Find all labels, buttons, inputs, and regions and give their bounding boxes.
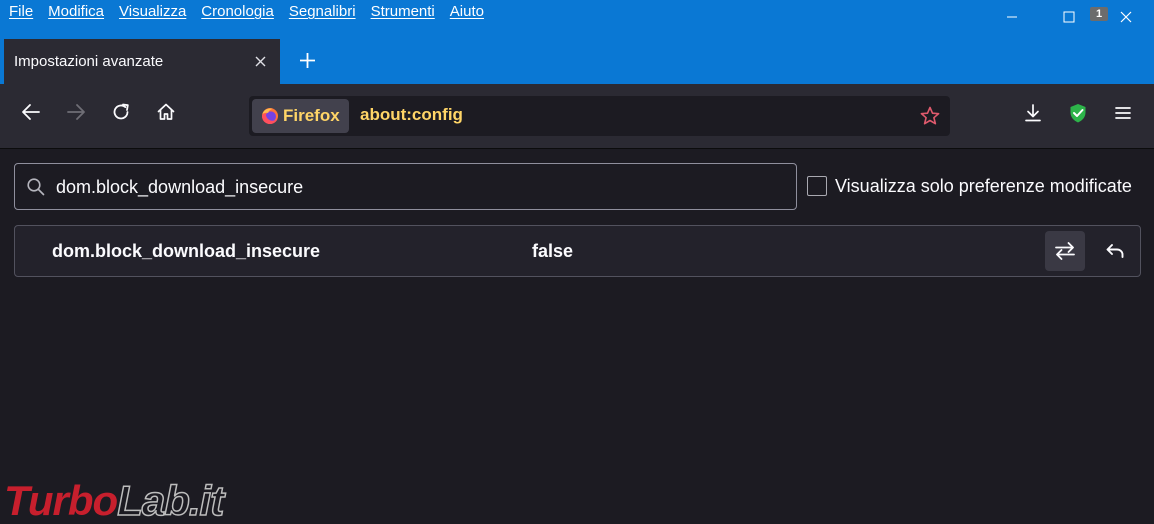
extension-count-badge: 1	[1090, 7, 1108, 21]
preference-name: dom.block_download_insecure	[52, 241, 321, 261]
maximize-icon	[1063, 11, 1074, 23]
download-icon	[1025, 104, 1041, 122]
title-bar: File Modifica Visualizza Cronologia Segn…	[0, 0, 1154, 84]
navigation-toolbar: Firefox about:config	[0, 84, 1154, 149]
menu-cronologia[interactable]: Cronologia	[193, 0, 281, 26]
minimize-icon	[1006, 16, 1017, 18]
shield-check-icon	[1070, 104, 1086, 123]
reload-button[interactable]	[105, 96, 137, 128]
new-tab-button[interactable]	[294, 47, 320, 73]
preference-value: false	[532, 241, 574, 261]
tab-impostazioni-avanzate[interactable]: Impostazioni avanzate	[4, 39, 280, 84]
plus-icon	[299, 52, 315, 68]
firefox-logo-icon	[262, 108, 278, 124]
arrow-left-icon	[22, 104, 40, 120]
menu-aiuto[interactable]: Aiuto	[442, 0, 491, 26]
search-input[interactable]	[54, 172, 788, 203]
forward-button[interactable]	[60, 96, 92, 128]
menu-file[interactable]: File	[0, 0, 40, 26]
url-bar[interactable]: Firefox about:config	[249, 96, 950, 136]
toggle-button[interactable]	[1045, 231, 1085, 271]
tab-close-button[interactable]	[252, 53, 268, 69]
home-icon	[157, 103, 175, 120]
menu-segnalibri[interactable]: Segnalibri	[281, 0, 363, 26]
menu-visualizza[interactable]: Visualizza	[111, 0, 193, 26]
minimize-button[interactable]	[983, 0, 1040, 34]
back-button[interactable]	[15, 96, 47, 128]
reset-button[interactable]	[1095, 231, 1135, 271]
show-modified-only-label[interactable]: Visualizza solo preferenze modificate	[835, 176, 1132, 197]
close-icon	[255, 56, 265, 66]
turbolab-watermark: TurboLab.it	[4, 477, 225, 524]
watermark-part-lab: Lab.it	[116, 477, 225, 524]
search-icon	[27, 178, 45, 196]
arrow-right-icon	[67, 104, 85, 120]
menu-bar: File Modifica Visualizza Cronologia Segn…	[0, 0, 491, 26]
extension-button[interactable]	[1061, 96, 1095, 130]
menu-strumenti[interactable]: Strumenti	[363, 0, 442, 26]
preference-row: dom.block_download_insecure false	[14, 225, 1141, 277]
watermark-part-turbo: Turbo	[4, 477, 118, 524]
bookmark-star-icon[interactable]	[919, 105, 941, 127]
identity-label: Firefox	[283, 106, 340, 125]
preference-search-box[interactable]	[14, 163, 797, 210]
tab-title: Impostazioni avanzate	[14, 53, 164, 70]
home-button[interactable]	[150, 96, 182, 128]
downloads-button[interactable]	[1016, 96, 1050, 130]
url-text[interactable]: about:config	[360, 105, 463, 125]
maximize-button[interactable]	[1040, 0, 1097, 34]
menu-modifica[interactable]: Modifica	[40, 0, 111, 26]
toggle-arrows-icon	[1055, 242, 1075, 260]
app-menu-button[interactable]	[1106, 96, 1140, 130]
hamburger-menu-icon	[1115, 107, 1131, 119]
show-modified-only-checkbox[interactable]	[807, 176, 827, 196]
close-icon	[1120, 11, 1131, 23]
reload-icon	[113, 103, 129, 120]
undo-icon	[1106, 244, 1124, 258]
window-controls	[983, 0, 1154, 34]
identity-box[interactable]: Firefox	[252, 99, 349, 133]
firefox-window: File Modifica Visualizza Cronologia Segn…	[0, 0, 1154, 524]
